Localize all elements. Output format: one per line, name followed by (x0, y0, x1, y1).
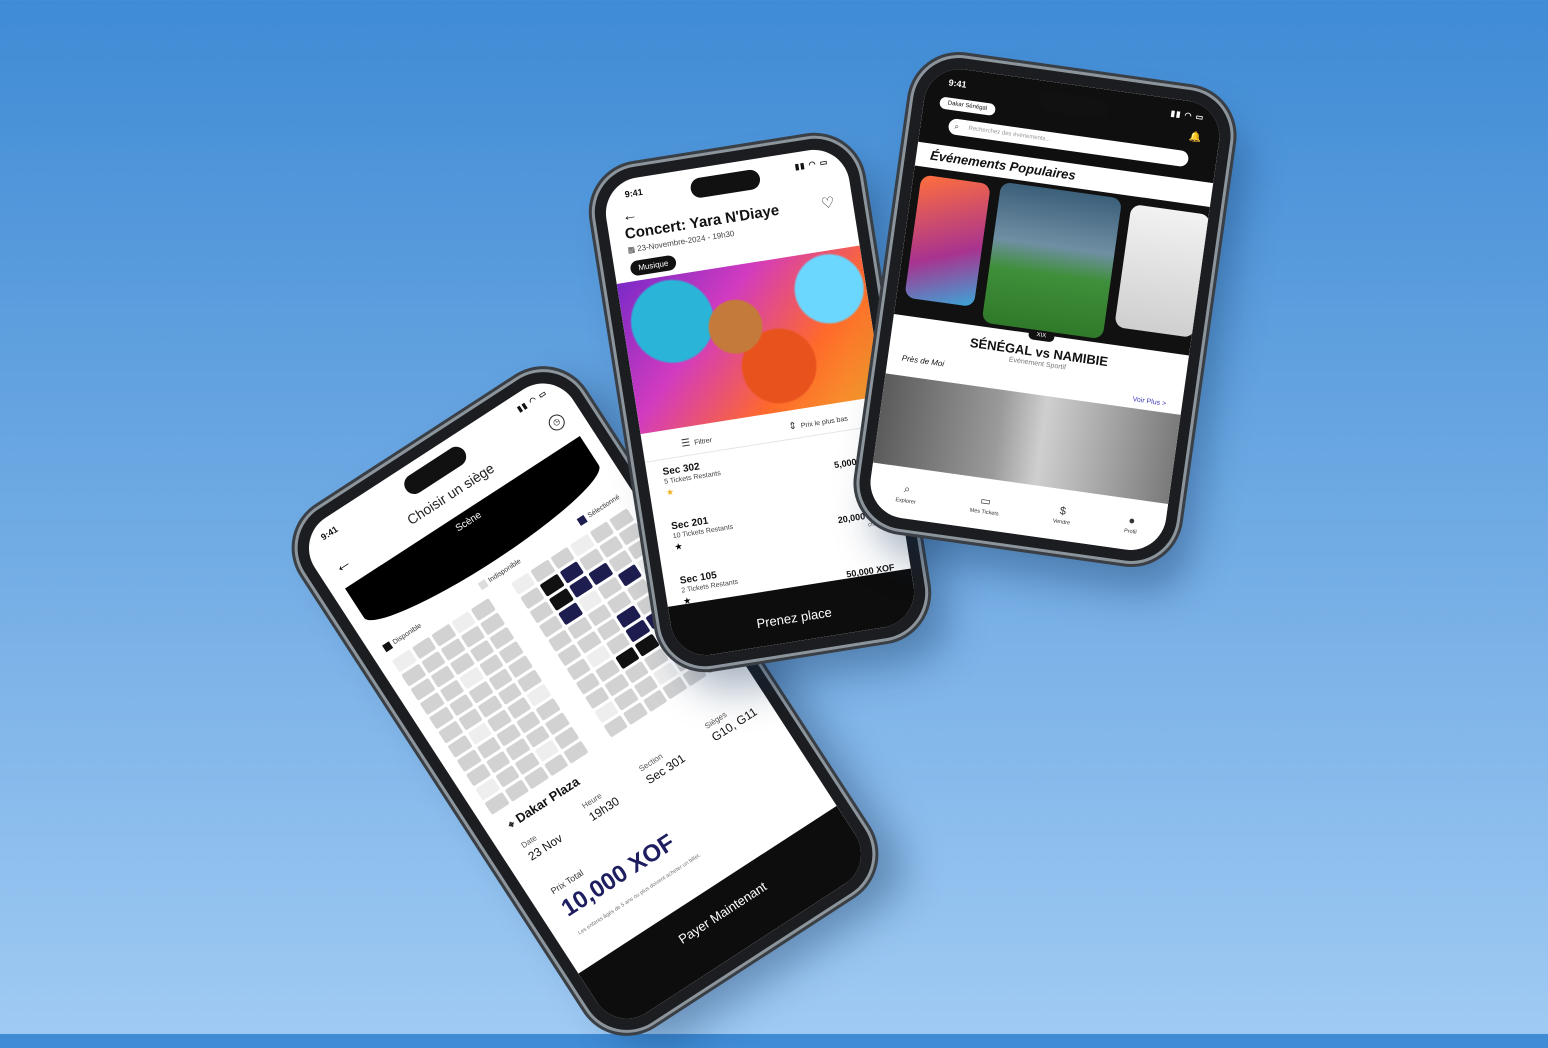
home-screen: 9:41 ▮▮ ◠ ▭ Dakar Sénégal 🔔 ⌕ Recherchez… (865, 64, 1225, 555)
stage-label: Scène (453, 509, 484, 535)
bell-icon[interactable]: 🔔 (1188, 131, 1202, 144)
dynamic-island (689, 168, 762, 200)
search-icon: ⌕ (903, 482, 912, 496)
event-card-featured[interactable] (981, 181, 1123, 340)
section-detail: Section Sec 301 (637, 742, 688, 787)
ticket-icon: ▭ (979, 494, 992, 508)
menu-lines-icon: ☰ (680, 436, 692, 450)
location-pin-icon: ⌖ (505, 818, 518, 832)
seats-detail: Sièges G10, G11 (703, 695, 760, 745)
status-time: 9:41 (947, 77, 968, 90)
time-detail: Heure 19h30 (580, 785, 622, 824)
event-card[interactable] (1114, 204, 1211, 338)
status-time: 9:41 (319, 524, 340, 543)
see-more-link[interactable]: Voir Plus > (1132, 396, 1166, 408)
tab-explore[interactable]: ⌕ Explorer (895, 482, 918, 506)
dollar-icon: $ (1059, 505, 1067, 518)
tab-my-tickets[interactable]: ▭ Mes Tickets (969, 492, 1001, 517)
events-carousel (893, 165, 1211, 356)
user-icon: ● (1127, 514, 1136, 528)
tab-profile[interactable]: ● Profil (1124, 514, 1139, 536)
near-me-title: Près de Moi (901, 353, 945, 369)
calendar-icon: ▦ (626, 244, 636, 255)
back-arrow-icon[interactable]: ← (621, 206, 638, 225)
status-time: 9:41 (624, 186, 644, 200)
search-icon: ⌕ (954, 121, 960, 132)
category-tag[interactable]: Musique (629, 254, 678, 277)
phone-home: 9:41 ▮▮ ◠ ▭ Dakar Sénégal 🔔 ⌕ Recherchez… (853, 52, 1237, 567)
date-detail: Date 23 Nov (520, 822, 566, 863)
tab-sell[interactable]: $ Vendre (1052, 504, 1072, 526)
filter-button[interactable]: ☰ Filtrer (680, 434, 712, 450)
signal-wifi-battery-icon: ▮▮ ◠ ▭ (794, 157, 829, 172)
heart-icon[interactable]: ♡ (820, 193, 836, 213)
sort-arrows-icon: ⇕ (787, 420, 798, 433)
sort-button[interactable]: ⇕ Prix le plus bas (788, 412, 849, 432)
event-card[interactable] (904, 174, 991, 308)
